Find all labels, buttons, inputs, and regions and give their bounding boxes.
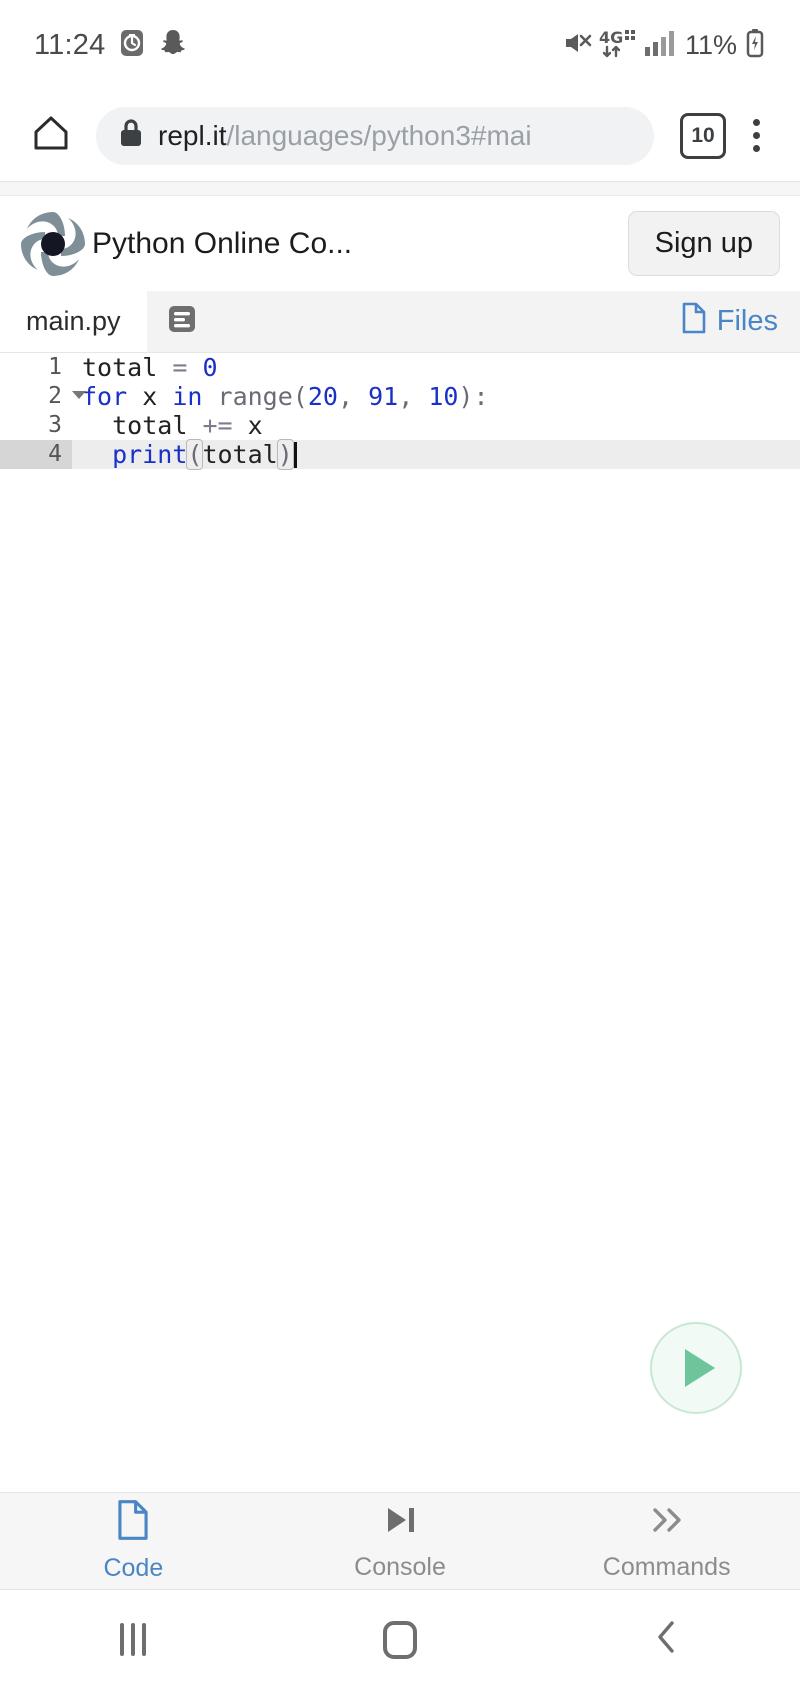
- file-tab-label: main.py: [26, 306, 121, 336]
- code-line-text[interactable]: total += x: [72, 411, 800, 440]
- code-editor[interactable]: 1 total = 0 2 for x in range(20, 91, 10)…: [0, 353, 800, 470]
- line-number: 4: [0, 440, 72, 469]
- kebab-dot: [752, 119, 760, 126]
- home-square-icon: [383, 1620, 417, 1659]
- line-number: 3: [48, 412, 62, 438]
- code-token: +=: [202, 411, 233, 440]
- recents-bar: [120, 1623, 125, 1656]
- alarm-icon: [119, 28, 145, 63]
- tab-code[interactable]: Code: [0, 1493, 267, 1589]
- status-bar: 11:24 4G 11%: [0, 0, 800, 90]
- play-to-bar-icon: [379, 1500, 421, 1545]
- code-token: total: [82, 353, 158, 382]
- code-line[interactable]: 3 total += x: [0, 411, 800, 440]
- code-line-text[interactable]: total = 0: [72, 353, 800, 382]
- status-bar-left: 11:24: [34, 28, 187, 63]
- file-icon: [116, 1499, 150, 1546]
- editor-tab-bar: main.py Files: [0, 291, 800, 353]
- tab-console[interactable]: Console: [267, 1493, 534, 1589]
- battery-charging-icon: [744, 28, 766, 63]
- code-token: ):: [458, 382, 489, 411]
- code-line[interactable]: 2 for x in range(20, 91, 10):: [0, 382, 800, 411]
- format-code-button[interactable]: [147, 291, 217, 352]
- back-chevron-icon: [652, 1617, 682, 1662]
- sign-up-button[interactable]: Sign up: [627, 211, 780, 276]
- code-token: total: [112, 411, 188, 440]
- recents-icon: [120, 1623, 147, 1656]
- code-token-bracket: (: [186, 439, 204, 470]
- status-time: 11:24: [34, 28, 106, 61]
- code-token: total: [202, 440, 278, 469]
- browser-menu-button[interactable]: [734, 119, 778, 152]
- code-token: print: [112, 440, 188, 469]
- home-icon: [30, 112, 72, 159]
- code-token: 91: [368, 382, 399, 411]
- code-token: x: [247, 411, 263, 440]
- 4g-data-icon: 4G: [599, 27, 637, 64]
- tab-count-label: 10: [691, 123, 715, 147]
- files-button[interactable]: Files: [659, 291, 800, 352]
- code-token: ,: [337, 382, 354, 411]
- double-chevron-right-icon: [645, 1500, 689, 1545]
- battery-percent: 11%: [684, 29, 737, 60]
- mute-icon: [562, 29, 592, 62]
- code-token: for: [82, 382, 128, 411]
- run-button[interactable]: [650, 1322, 742, 1414]
- snapchat-icon: [159, 28, 187, 63]
- code-token: in: [172, 382, 203, 411]
- tab-count-button[interactable]: 10: [680, 112, 726, 159]
- bottom-tab-bar: Code Console Commands: [0, 1492, 800, 1590]
- status-bar-right: 4G 11%: [562, 27, 766, 64]
- code-token: =: [172, 353, 188, 382]
- recents-button[interactable]: [0, 1590, 267, 1689]
- browser-toolbar: repl.it/languages/python3#mai 10: [0, 90, 800, 182]
- files-label: Files: [716, 305, 778, 337]
- home-button[interactable]: [22, 112, 80, 159]
- kebab-dot: [752, 132, 760, 139]
- code-token: 10: [428, 382, 459, 411]
- play-icon: [684, 1349, 715, 1387]
- signal-bars-icon: [644, 29, 676, 62]
- code-token: x: [142, 382, 158, 411]
- svg-text:4G: 4G: [599, 28, 623, 47]
- file-icon: [681, 302, 707, 342]
- android-nav-bar: [0, 1590, 800, 1689]
- page-title: Python Online Co...: [92, 226, 353, 260]
- url-bar[interactable]: repl.it/languages/python3#mai: [96, 106, 654, 165]
- replit-logo-icon: [16, 207, 90, 281]
- url-host: repl.it: [158, 119, 227, 151]
- format-code-icon: [165, 302, 199, 341]
- line-number: 1: [48, 354, 62, 380]
- code-line[interactable]: 1 total = 0: [0, 353, 800, 382]
- tab-code-label: Code: [103, 1554, 164, 1582]
- back-button[interactable]: [533, 1590, 800, 1689]
- code-token: (: [292, 382, 308, 411]
- code-line-text[interactable]: print(total): [72, 439, 800, 470]
- recents-bar: [142, 1623, 147, 1656]
- line-number-label: 2: [48, 383, 62, 409]
- code-token: range: [217, 382, 293, 411]
- code-line-text[interactable]: for x in range(20, 91, 10):: [72, 382, 800, 411]
- text-cursor: [293, 442, 297, 468]
- code-token: ,: [398, 382, 414, 411]
- kebab-dot: [752, 145, 760, 152]
- code-token: 20: [307, 382, 338, 411]
- code-line-active[interactable]: 4 print(total): [0, 439, 800, 470]
- app-header: Python Online Co... Sign up: [0, 196, 800, 291]
- page-top-strip: [0, 182, 800, 196]
- tab-console-label: Console: [354, 1553, 446, 1581]
- fold-arrow-icon[interactable]: [72, 391, 86, 399]
- recents-bar: [131, 1623, 136, 1656]
- lock-icon: [118, 118, 144, 153]
- code-token: 0: [202, 353, 218, 382]
- file-tab-main-py[interactable]: main.py: [0, 291, 147, 352]
- url-text: repl.it/languages/python3#mai: [158, 120, 532, 152]
- home-button-nav[interactable]: [267, 1590, 534, 1689]
- tab-commands-label: Commands: [602, 1553, 731, 1581]
- phone-screen: 11:24 4G 11% repl.it/languages/python3#m…: [0, 0, 800, 1689]
- url-path: /languages/python3#mai: [226, 119, 532, 151]
- tab-commands[interactable]: Commands: [533, 1493, 800, 1589]
- code-token-bracket: ): [276, 439, 294, 470]
- line-number: 2: [0, 382, 86, 411]
